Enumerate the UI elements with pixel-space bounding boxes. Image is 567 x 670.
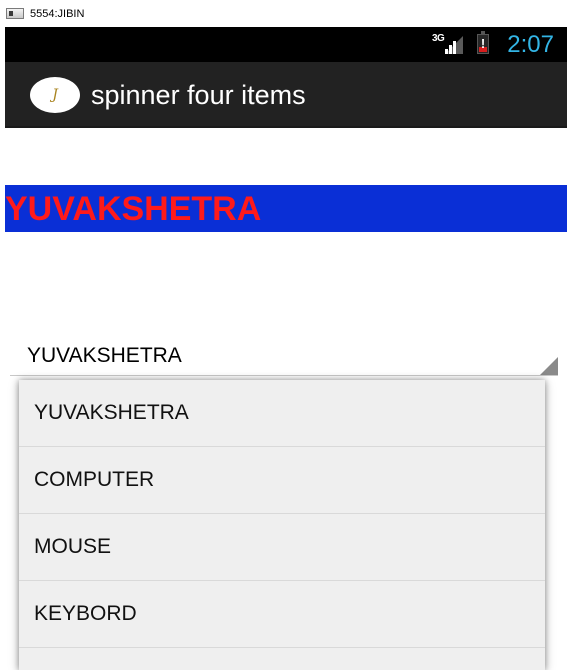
- signal-icon: 3G: [432, 33, 464, 55]
- window-title: 5554:JIBIN: [30, 7, 85, 20]
- dropdown-triangle-icon: [540, 357, 558, 375]
- title-banner: YUVAKSHETRA: [5, 185, 567, 232]
- dropdown-item-mouse[interactable]: MOUSE: [19, 514, 545, 581]
- network-type-label: 3G: [432, 33, 445, 44]
- dropdown-item-label: COMPUTER: [34, 468, 155, 491]
- status-bar: 3G ! 2:07: [5, 27, 567, 62]
- window-title-bar: 5554:JIBIN: [0, 0, 567, 27]
- dropdown-item-yuvakshetra[interactable]: YUVAKSHETRA: [19, 380, 545, 447]
- battery-icon: !: [477, 31, 489, 54]
- banner-text: YUVAKSHETRA: [5, 190, 262, 228]
- action-bar: J spinner four items: [5, 62, 567, 128]
- dropdown-item-label: MOUSE: [34, 535, 112, 558]
- spinner-selector[interactable]: YUVAKSHETRA: [10, 338, 558, 376]
- dropdown-item-label: KEYBORD: [34, 602, 137, 625]
- battery-alert-icon: !: [480, 36, 486, 51]
- emulator-window: 5554:JIBIN 3G ! 2:07 J spinner four item…: [0, 0, 567, 670]
- app-title: spinner four items: [91, 80, 306, 110]
- app-logo-icon[interactable]: J: [30, 77, 80, 113]
- app-logo-glyph: J: [52, 87, 58, 103]
- dropdown-item-label: YUVAKSHETRA: [34, 401, 189, 424]
- spinner-dropdown-list: YUVAKSHETRA COMPUTER MOUSE KEYBORD: [19, 380, 545, 670]
- dropdown-item-keybord[interactable]: KEYBORD: [19, 581, 545, 648]
- dropdown-item-computer[interactable]: COMPUTER: [19, 447, 545, 514]
- status-clock: 2:07: [507, 31, 554, 58]
- spinner-selected-value: YUVAKSHETRA: [27, 344, 182, 367]
- window-app-icon: [6, 8, 24, 19]
